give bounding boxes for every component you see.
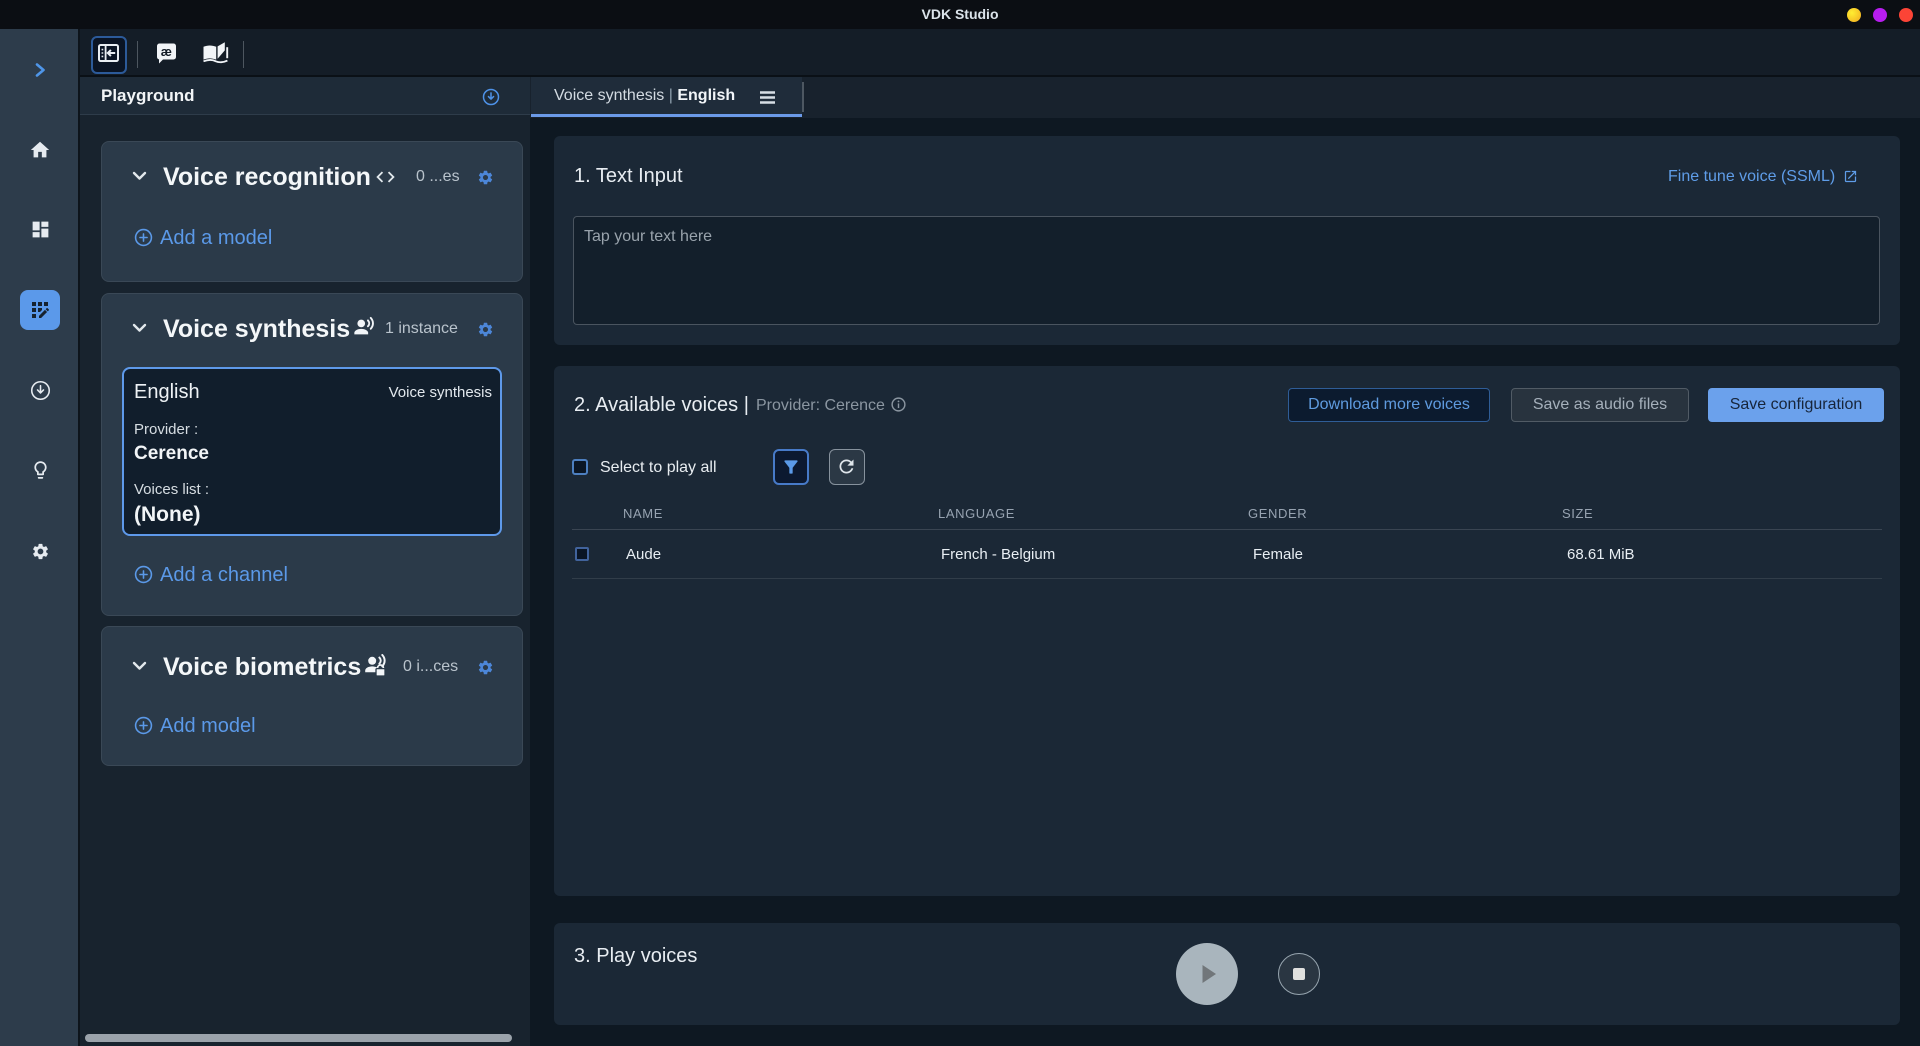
svg-text:æ: æ <box>161 45 172 59</box>
